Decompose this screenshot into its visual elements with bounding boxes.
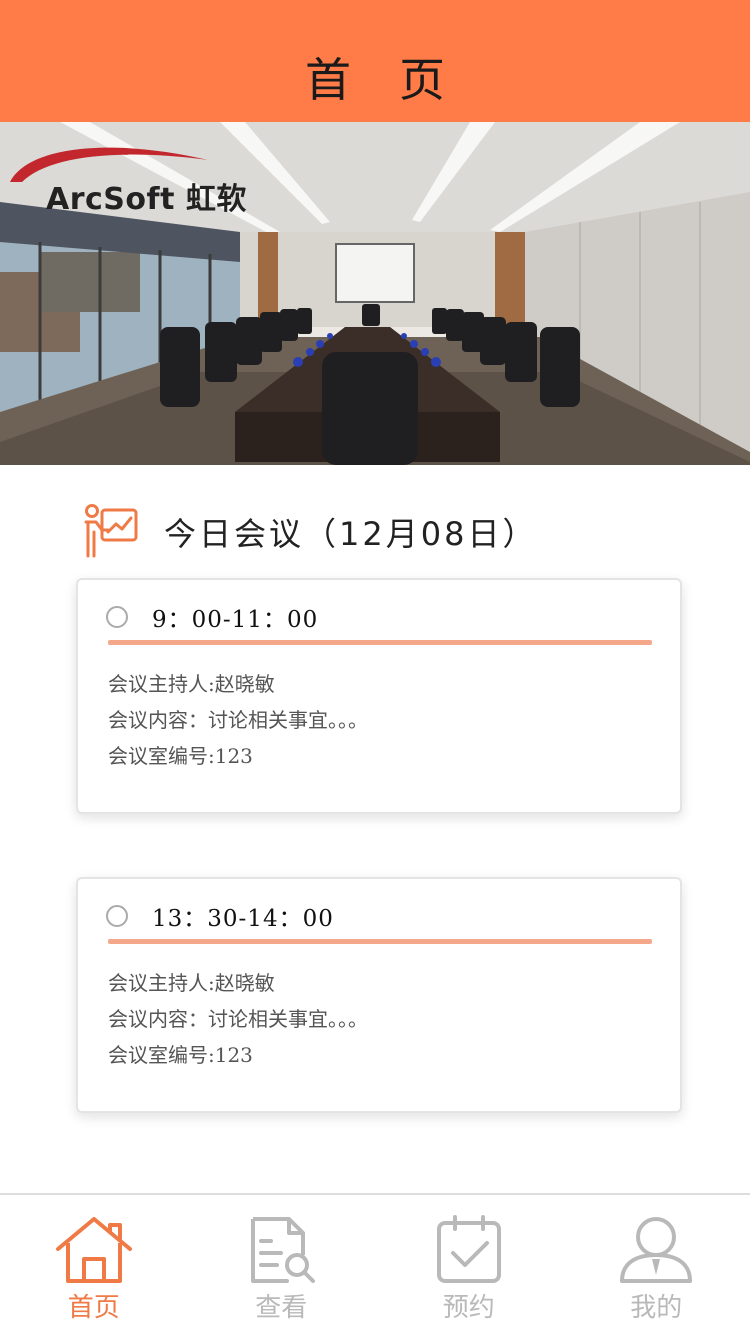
meeting-time-row: 9：00-11：00 xyxy=(106,600,318,634)
banner-image: ArcSoft 虹软 xyxy=(0,122,750,465)
tab-label: 查看 xyxy=(255,1293,308,1323)
meeting-time: 13：30-14：00 xyxy=(152,906,334,932)
app-header: 首页 xyxy=(0,0,750,122)
page-title: 首页 xyxy=(305,53,493,107)
meeting-content: 会议内容：讨论相关事宜。。。 xyxy=(108,708,368,732)
select-radio[interactable] xyxy=(106,905,128,927)
select-radio[interactable] xyxy=(106,606,128,628)
meeting-card[interactable]: 13：30-14：00 会议主持人:赵晓敏 会议内容：讨论相关事宜。。。 会议室… xyxy=(76,877,682,1113)
meeting-time: 9：00-11：00 xyxy=(152,607,319,633)
calendar-check-icon xyxy=(436,1215,501,1283)
tab-label: 首页 xyxy=(67,1293,120,1323)
meeting-room: 会议室编号:123 xyxy=(108,1043,253,1067)
tab-booking[interactable]: 预约 xyxy=(375,1195,563,1334)
today-meetings-header: 今日会议（12月08日） xyxy=(82,500,537,564)
tab-label: 我的 xyxy=(630,1293,683,1323)
meeting-content: 会议内容：讨论相关事宜。。。 xyxy=(108,1007,368,1031)
logo-text: ArcSoft 虹软 xyxy=(46,182,247,217)
meeting-room: 会议室编号:123 xyxy=(108,744,253,768)
user-icon xyxy=(620,1217,693,1283)
tab-view[interactable]: 查看 xyxy=(188,1195,376,1334)
tab-mine[interactable]: 我的 xyxy=(563,1195,750,1334)
meeting-host: 会议主持人:赵晓敏 xyxy=(108,971,275,995)
section-title: 今日会议（12月08日） xyxy=(164,515,538,553)
tab-label: 预约 xyxy=(442,1293,495,1323)
arcsoft-logo: ArcSoft 虹软 xyxy=(8,142,248,217)
meeting-card[interactable]: 9：00-11：00 会议主持人:赵晓敏 会议内容：讨论相关事宜。。。 会议室编… xyxy=(76,578,682,814)
meeting-time-row: 13：30-14：00 xyxy=(106,899,334,933)
document-search-icon xyxy=(251,1217,316,1283)
meeting-host: 会议主持人:赵晓敏 xyxy=(108,672,275,696)
presentation-icon xyxy=(84,504,138,558)
card-divider xyxy=(108,939,652,944)
bottom-tab-bar: 首页 查看 预约 我的 xyxy=(0,1193,750,1334)
tab-home[interactable]: 首页 xyxy=(0,1195,188,1334)
home-icon xyxy=(55,1217,132,1283)
card-divider xyxy=(108,640,652,645)
